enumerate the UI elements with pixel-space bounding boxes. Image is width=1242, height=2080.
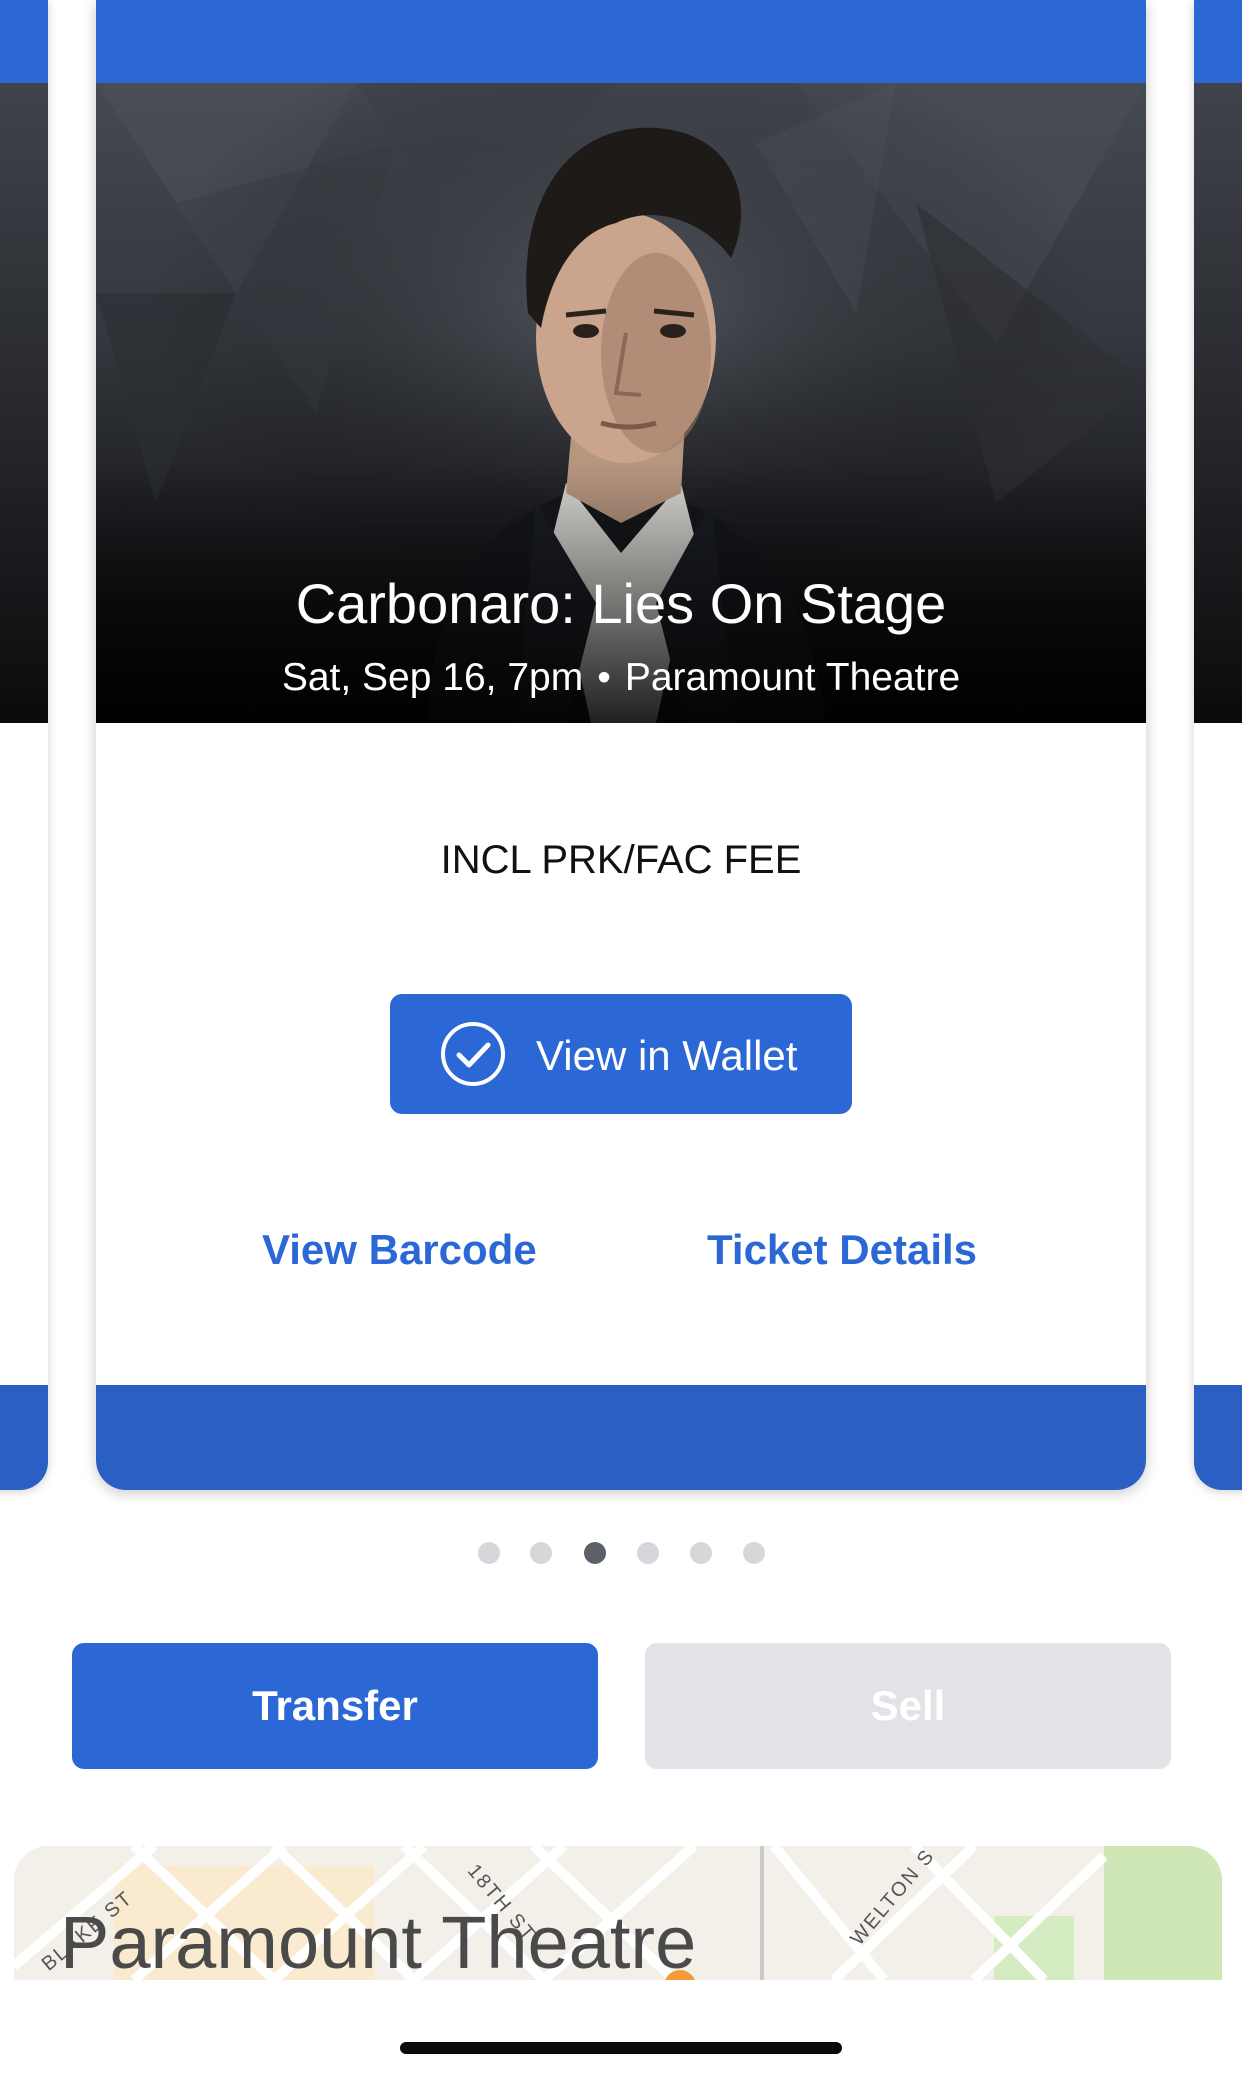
- previous-ticket-card[interactable]: [0, 0, 48, 1490]
- transfer-button[interactable]: Transfer: [72, 1643, 598, 1769]
- view-in-wallet-button[interactable]: View in Wallet: [390, 994, 852, 1114]
- fee-note: INCL PRK/FAC FEE: [440, 838, 802, 882]
- event-image: Carbonaro: Lies On Stage Sat, Sep 16, 7p…: [96, 83, 1146, 723]
- page-dot[interactable]: [690, 1542, 712, 1564]
- next-card-footer: [1194, 1385, 1242, 1490]
- home-indicator[interactable]: [400, 2042, 842, 2054]
- event-date-time: Sat, Sep 16, 7pm: [281, 656, 584, 699]
- next-ticket-card[interactable]: [1194, 0, 1242, 1490]
- page-dot[interactable]: [530, 1542, 552, 1564]
- venue-map[interactable]: BLAKE ST 18TH ST WELTON S Paramount Thea…: [14, 1846, 1222, 1980]
- event-title: Carbonaro: Lies On Stage: [295, 572, 947, 635]
- view-in-wallet-label: View in Wallet: [536, 1032, 798, 1079]
- map-venue-title: Paramount Theatre: [60, 1901, 697, 1980]
- sell-button[interactable]: Sell: [645, 1643, 1171, 1769]
- view-barcode-link[interactable]: View Barcode: [262, 1226, 537, 1274]
- event-subtitle: Sat, Sep 16, 7pm • Paramount Theatre: [96, 656, 1146, 700]
- previous-card-image: [0, 83, 48, 723]
- event-venue: Paramount Theatre: [624, 656, 961, 699]
- previous-card-header: [0, 0, 48, 83]
- separator-dot: •: [597, 656, 611, 699]
- next-card-header: [1194, 0, 1242, 83]
- page-dot[interactable]: [478, 1542, 500, 1564]
- page-dot[interactable]: [743, 1542, 765, 1564]
- page-dot[interactable]: [637, 1542, 659, 1564]
- ticket-details-link[interactable]: Ticket Details: [707, 1226, 977, 1274]
- ticket-card: Carbonaro: Lies On Stage Sat, Sep 16, 7p…: [96, 0, 1146, 1490]
- page-dot-active[interactable]: [584, 1542, 606, 1564]
- ticket-card-footer: [96, 1385, 1146, 1490]
- ticket-card-header: [96, 0, 1146, 83]
- pagination-dots: [0, 1542, 1242, 1566]
- check-circle-icon: [441, 1022, 505, 1086]
- previous-card-footer: [0, 1385, 48, 1490]
- next-card-image: [1194, 83, 1242, 723]
